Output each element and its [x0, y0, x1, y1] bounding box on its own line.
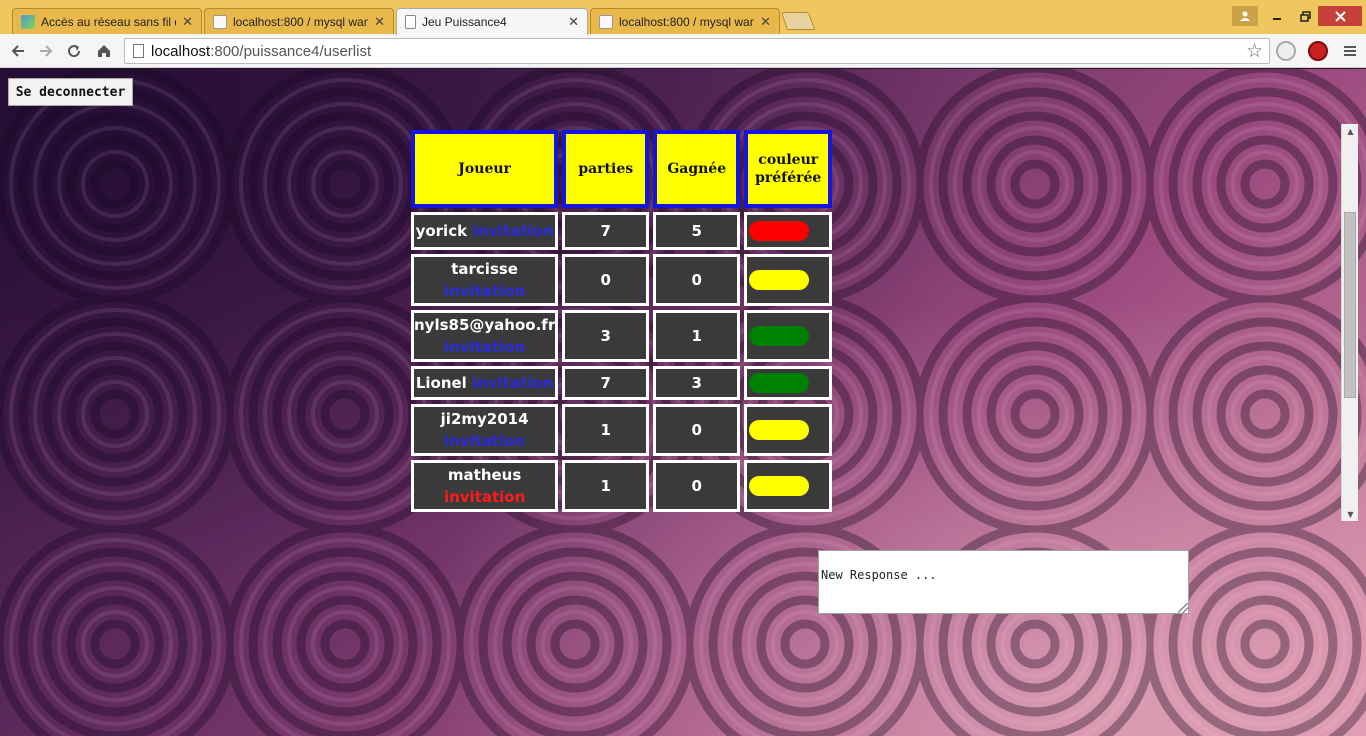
gagnees-cell: 1 [653, 310, 741, 362]
table-row: ji2my2014 invitation 1 0 [411, 404, 833, 456]
phpmyadmin-icon [213, 14, 227, 29]
tab-jeu-puissance4[interactable]: Jeu Puissance4 ✕ [396, 8, 588, 35]
gagnees-cell: 5 [653, 212, 741, 250]
table-row: matheus invitation 1 0 [411, 460, 833, 512]
gagnees-cell: 0 [653, 460, 741, 512]
table-row: tarcisse invitation 0 0 [411, 254, 833, 306]
table-row: Lionel invitation 7 3 [411, 366, 833, 400]
user-table: Joueur parties Gagnée couleur préférée y… [408, 126, 836, 516]
tab-wifi-access[interactable]: Accès au réseau sans fil de ✕ [12, 8, 202, 34]
color-cell [744, 460, 833, 512]
logout-button[interactable]: Se deconnecter [8, 78, 133, 106]
color-cell [744, 310, 833, 362]
header-joueur: Joueur [411, 130, 559, 208]
player-name: matheus [447, 466, 522, 484]
invitation-link[interactable]: invitation [472, 222, 553, 240]
header-gagnee: Gagnée [653, 130, 741, 208]
invitation-link[interactable]: invitation [444, 338, 525, 356]
restore-icon[interactable] [1290, 6, 1320, 26]
parties-cell: 0 [562, 254, 650, 306]
home-icon[interactable] [92, 39, 116, 63]
scrollbar-thumb[interactable] [1344, 212, 1356, 398]
user-list-panel[interactable]: Joueur parties Gagnée couleur préférée y… [408, 126, 1358, 523]
resize-grip-icon[interactable] [1178, 603, 1188, 613]
header-couleur-line2: préférée [755, 170, 822, 186]
player-name: Lionel [415, 374, 467, 392]
color-swatch [749, 373, 810, 393]
player-name: ji2my2014 [440, 410, 529, 428]
tab-phpmyadmin-2[interactable]: localhost:800 / mysql wam ✕ [590, 8, 780, 34]
scroll-down-icon[interactable]: ▼ [1342, 507, 1359, 521]
close-icon[interactable]: ✕ [760, 14, 771, 30]
color-swatch [749, 476, 810, 496]
color-cell [744, 404, 833, 456]
gagnees-cell: 0 [653, 254, 741, 306]
player-cell: nyls85@yahoo.fr invitation [411, 310, 559, 362]
invitation-link[interactable]: invitation [444, 432, 525, 450]
color-swatch [749, 326, 810, 346]
gagnees-cell: 3 [653, 366, 741, 400]
color-swatch [749, 270, 810, 290]
invitation-link[interactable]: invitation [472, 374, 553, 392]
power-extension-icon[interactable] [1308, 41, 1328, 61]
header-couleur-line1: couleur [758, 152, 819, 168]
parties-cell: 7 [562, 366, 650, 400]
color-cell [744, 212, 833, 250]
invitation-link[interactable]: invitation [444, 488, 525, 506]
player-name: tarcisse [451, 260, 518, 278]
header-parties: parties [562, 130, 650, 208]
player-cell: ji2my2014 invitation [411, 404, 559, 456]
minimize-icon[interactable] [1262, 6, 1292, 26]
menu-icon[interactable] [1338, 39, 1362, 63]
close-icon[interactable]: ✕ [374, 14, 385, 30]
page-icon [133, 44, 144, 58]
browser-toolbar: localhost:800/puissance4/userlist ☆ [0, 34, 1366, 68]
player-name: nyls85@yahoo.fr [414, 316, 556, 334]
back-icon[interactable] [6, 39, 30, 63]
address-bar[interactable]: localhost:800/puissance4/userlist ☆ [124, 38, 1270, 64]
color-cell [744, 254, 833, 306]
player-cell: matheus invitation [411, 460, 559, 512]
window-close-icon[interactable] [1318, 6, 1362, 26]
parties-cell: 1 [562, 404, 650, 456]
color-swatch [749, 221, 810, 241]
player-cell: tarcisse invitation [411, 254, 559, 306]
color-swatch [749, 420, 810, 440]
extension-circle-icon[interactable] [1276, 41, 1296, 61]
scroll-up-icon[interactable]: ▲ [1342, 124, 1359, 138]
header-couleur: couleur préférée [744, 130, 833, 208]
response-textarea[interactable]: New Response ... [818, 550, 1189, 614]
wifi-icon [21, 14, 35, 29]
tab-strip: Accès au réseau sans fil de ✕ localhost:… [0, 0, 1366, 35]
phpmyadmin-icon [599, 14, 613, 29]
parties-cell: 7 [562, 212, 650, 250]
page-content: Se deconnecter Joueur parties Gagnée cou… [0, 69, 1366, 736]
close-icon[interactable]: ✕ [568, 14, 579, 30]
gagnees-cell: 0 [653, 404, 741, 456]
tab-phpmyadmin-1[interactable]: localhost:800 / mysql wam ✕ [204, 8, 394, 34]
profile-icon[interactable] [1232, 6, 1258, 26]
table-header-row: Joueur parties Gagnée couleur préférée [411, 130, 833, 208]
new-tab-button[interactable] [780, 12, 816, 30]
bookmark-star-icon[interactable]: ☆ [1246, 40, 1263, 63]
color-cell [744, 366, 833, 400]
table-row: yorick invitation 7 5 [411, 212, 833, 250]
table-row: nyls85@yahoo.fr invitation 3 1 [411, 310, 833, 362]
player-name: yorick [415, 222, 468, 240]
player-cell: yorick invitation [411, 212, 559, 250]
close-icon[interactable]: ✕ [182, 14, 193, 30]
invitation-link[interactable]: invitation [444, 282, 525, 300]
player-cell: Lionel invitation [411, 366, 559, 400]
reload-icon[interactable] [62, 39, 86, 63]
page-icon [405, 15, 416, 29]
parties-cell: 3 [562, 310, 650, 362]
forward-icon[interactable] [34, 39, 58, 63]
parties-cell: 1 [562, 460, 650, 512]
table-scrollbar[interactable]: ▲ ▼ [1341, 124, 1358, 521]
